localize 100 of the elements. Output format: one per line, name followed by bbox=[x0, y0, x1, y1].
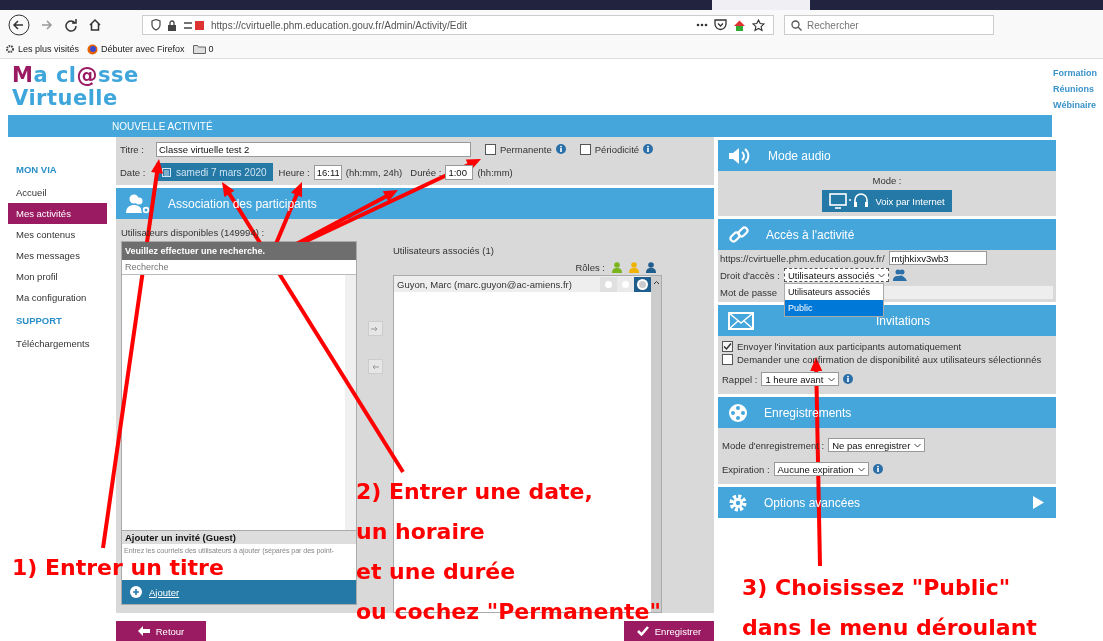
sidebar-item[interactable]: Accueil bbox=[8, 182, 107, 203]
search-field[interactable]: Rechercher bbox=[784, 15, 994, 35]
url-field[interactable]: mtjhkixv3wb3 bbox=[888, 251, 987, 265]
star-icon[interactable] bbox=[752, 18, 765, 32]
access-rights-select[interactable]: Utilisateurs associés bbox=[783, 268, 890, 282]
checkbox[interactable] bbox=[722, 341, 733, 352]
annotation-text: dans le menu déroulant bbox=[742, 615, 1037, 641]
users-icon[interactable] bbox=[893, 269, 908, 281]
calendar-icon bbox=[162, 167, 171, 177]
header-link[interactable]: Formation bbox=[1053, 65, 1097, 81]
scrollbar[interactable] bbox=[345, 275, 356, 530]
address-bar[interactable]: https://cvirtuelle.phm.education.gouv.fr/Admin/Activity/Edit bbox=[142, 15, 774, 35]
plus-icon bbox=[130, 586, 142, 598]
link-icon bbox=[728, 224, 750, 245]
search-field[interactable]: Recherche bbox=[122, 260, 356, 275]
role-radio[interactable] bbox=[617, 276, 634, 292]
page-title: NOUVELLE ACTIVITÉ bbox=[112, 120, 213, 132]
forward-icon[interactable] bbox=[40, 18, 54, 32]
add-button[interactable]: Ajouter bbox=[122, 580, 356, 604]
role-radio[interactable] bbox=[600, 276, 617, 292]
house-icon[interactable] bbox=[733, 18, 746, 32]
date-picker-button[interactable]: samedi 7 mars 2020 bbox=[156, 163, 273, 181]
url-prefix: https://cvirtuelle.phm.education.gouv.fr/ bbox=[720, 252, 885, 264]
sidebar-item[interactable]: Mes contenus bbox=[8, 224, 107, 245]
arrow-left-icon bbox=[371, 363, 379, 370]
user-name: Guyon, Marc (marc.guyon@ac-amiens.fr) bbox=[397, 278, 573, 290]
chevron-down-icon bbox=[914, 442, 922, 448]
password-field[interactable] bbox=[883, 285, 1054, 299]
caret-up-icon[interactable] bbox=[652, 280, 660, 285]
play-icon bbox=[1033, 496, 1044, 509]
title-label: Titre : bbox=[120, 143, 145, 155]
save-button[interactable]: Enregistrer bbox=[624, 621, 714, 641]
expiration-label: Expiration : bbox=[722, 463, 770, 475]
expiration-select[interactable]: Aucune expiration bbox=[773, 462, 869, 476]
associated-users-label: Utilisateurs associés (1) bbox=[393, 245, 495, 258]
audio-mode-button[interactable]: Voix par Internet bbox=[822, 190, 952, 212]
checkbox-label: Demander une confirmation de disponibilité aux utilisateurs sélectionnés bbox=[737, 354, 1042, 365]
computer-headset-icon bbox=[829, 193, 870, 209]
sidebar-heading: MON VIA bbox=[15, 163, 58, 177]
header-link[interactable]: Wébinaire bbox=[1053, 97, 1096, 113]
sidebar-item[interactable]: Ma configuration bbox=[8, 287, 107, 308]
date-label: Date : bbox=[120, 166, 147, 178]
time-field[interactable]: 16:11 bbox=[313, 164, 342, 180]
checkbox-label: Périodicité bbox=[594, 143, 640, 155]
chevron-down-icon bbox=[828, 376, 836, 382]
folder-icon bbox=[192, 44, 206, 54]
duration-hint: (hh:mm) bbox=[477, 166, 513, 178]
chevron-down-icon bbox=[878, 272, 886, 278]
reload-icon[interactable] bbox=[64, 18, 78, 32]
section-title: Accès à l'activité bbox=[766, 227, 855, 242]
home-icon[interactable] bbox=[88, 18, 102, 32]
sidebar-item[interactable]: Mes messages bbox=[8, 245, 107, 266]
info-icon[interactable] bbox=[872, 464, 883, 474]
header-link[interactable]: Réunions bbox=[1053, 81, 1094, 97]
time-label: Heure : bbox=[278, 166, 310, 178]
annotation-text: 3) Choisissez "Public" bbox=[742, 575, 1011, 601]
more-icon[interactable] bbox=[696, 23, 708, 27]
checkbox-label: Envoyer l'invitation aux participants automatiquement bbox=[737, 341, 962, 352]
reminder-select[interactable]: 1 heure avant bbox=[761, 372, 840, 386]
bookmark[interactable]: Débuter avec Firefox bbox=[87, 43, 185, 55]
section-title: Mode audio bbox=[768, 148, 831, 163]
back-button[interactable]: Retour bbox=[116, 621, 206, 641]
speaker-icon bbox=[728, 146, 752, 165]
info-icon[interactable] bbox=[643, 144, 654, 154]
sidebar-item[interactable]: Mon profil bbox=[8, 266, 107, 287]
info-icon[interactable] bbox=[555, 144, 566, 154]
password-label: Mot de passe bbox=[720, 286, 778, 298]
role-radio[interactable] bbox=[634, 276, 651, 292]
bookmark[interactable]: Les plus visités bbox=[5, 44, 80, 54]
users-gear-icon bbox=[126, 192, 152, 215]
lock-icon bbox=[167, 19, 177, 31]
shield-icon bbox=[151, 19, 161, 31]
gear-icon bbox=[728, 492, 748, 513]
envelope-icon bbox=[728, 311, 754, 330]
roles-label: Rôles : bbox=[575, 261, 605, 273]
info-icon[interactable] bbox=[843, 374, 854, 384]
sidebar-item[interactable]: Mes activités bbox=[8, 203, 107, 224]
bookmark-folder[interactable]: 0 bbox=[192, 44, 214, 54]
dropdown-option[interactable]: Utilisateurs associés bbox=[784, 284, 883, 300]
dropdown-option[interactable]: Public bbox=[784, 300, 883, 316]
annotation-text: 2) Entrer une date, bbox=[356, 479, 593, 505]
duration-field[interactable]: 1:00 bbox=[445, 164, 474, 180]
chevron-down-icon bbox=[857, 466, 865, 472]
sidebar-item[interactable]: Téléchargements bbox=[8, 333, 107, 354]
title-field[interactable]: Classe virtuelle test 2 bbox=[156, 141, 471, 157]
recording-mode-select[interactable]: Ne pas enregistrer bbox=[828, 438, 926, 452]
checkbox[interactable] bbox=[722, 354, 733, 365]
arrow-right-icon bbox=[371, 325, 379, 332]
pocket-icon[interactable] bbox=[714, 19, 727, 31]
checkbox-label: Permanente bbox=[500, 143, 552, 155]
checkmark-icon bbox=[636, 626, 649, 636]
back-icon[interactable] bbox=[8, 14, 30, 36]
reminder-label: Rappel : bbox=[722, 373, 758, 385]
checkbox[interactable] bbox=[579, 143, 591, 155]
site-logo[interactable]: Ma cl@sse Virtuelle bbox=[12, 64, 139, 115]
time-hint: (hh:mm, 24h) bbox=[345, 166, 403, 178]
access-rights-label: Droit d'accès : bbox=[720, 269, 780, 281]
film-reel-icon bbox=[728, 402, 748, 423]
checkbox[interactable] bbox=[485, 143, 496, 155]
available-users-list[interactable] bbox=[122, 275, 356, 531]
